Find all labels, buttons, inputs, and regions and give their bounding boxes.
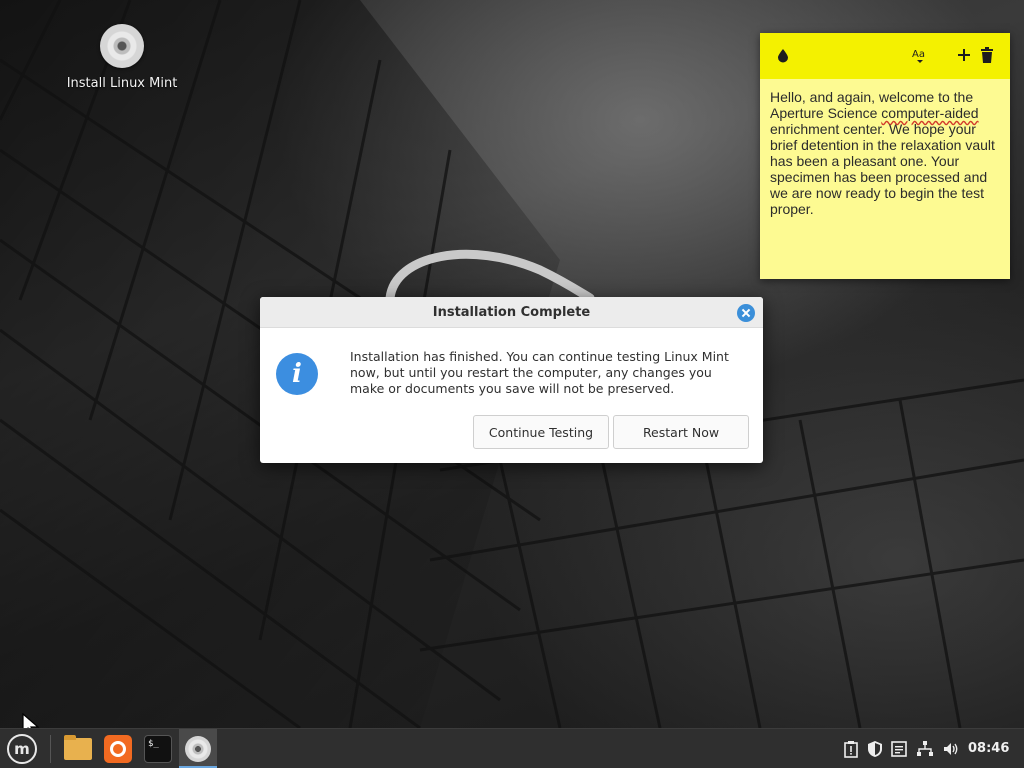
- taskbar: m $_ 08:46: [0, 728, 1024, 768]
- desktop-icon-label: Install Linux Mint: [66, 76, 178, 91]
- network-icon[interactable]: [916, 740, 934, 758]
- note-text-part: enrichment center. We hope your brief de…: [770, 121, 995, 217]
- dialog-message: Installation has finished. You can conti…: [350, 349, 729, 396]
- sticky-note-text[interactable]: Hello, and again, welcome to the Apertur…: [760, 79, 1010, 217]
- sticky-note-header[interactable]: Aa: [760, 33, 1010, 79]
- taskbar-app-files[interactable]: [60, 729, 96, 768]
- continue-testing-button[interactable]: Continue Testing: [473, 415, 609, 449]
- color-drop-icon[interactable]: [774, 46, 792, 64]
- dialog-title: Installation Complete: [260, 297, 763, 328]
- restart-now-button[interactable]: Restart Now: [613, 415, 749, 449]
- terminal-icon: $_: [144, 735, 172, 763]
- dvd-disc-icon: [100, 24, 144, 68]
- trash-icon[interactable]: [978, 46, 996, 64]
- sticky-note[interactable]: Aa Hello, and again, welcome to the Aper…: [760, 33, 1010, 279]
- font-size-icon[interactable]: Aa: [911, 46, 929, 64]
- taskbar-app-firefox[interactable]: [100, 729, 136, 768]
- volume-icon[interactable]: [942, 740, 960, 758]
- clipboard-icon[interactable]: [842, 740, 860, 758]
- taskbar-app-install-linux-mint[interactable]: [179, 729, 217, 768]
- linux-mint-menu-icon[interactable]: m: [0, 729, 44, 768]
- dvd-disc-icon: [185, 736, 211, 762]
- taskbar-app-terminal[interactable]: $_: [140, 729, 176, 768]
- close-icon[interactable]: [737, 304, 755, 322]
- notes-icon[interactable]: [890, 740, 908, 758]
- shield-update-icon[interactable]: [866, 740, 884, 758]
- desktop-icon-install-linux-mint[interactable]: Install Linux Mint: [60, 24, 184, 91]
- clock[interactable]: 08:46: [968, 729, 1009, 768]
- panel-separator: [50, 735, 51, 763]
- info-icon: i: [276, 353, 318, 395]
- svg-text:Aa: Aa: [912, 49, 925, 60]
- installation-complete-dialog: Installation Complete i Installation has…: [260, 297, 763, 463]
- add-note-icon[interactable]: [955, 46, 973, 64]
- misspelled-word: computer-aided: [881, 105, 979, 121]
- folder-icon: [64, 735, 92, 760]
